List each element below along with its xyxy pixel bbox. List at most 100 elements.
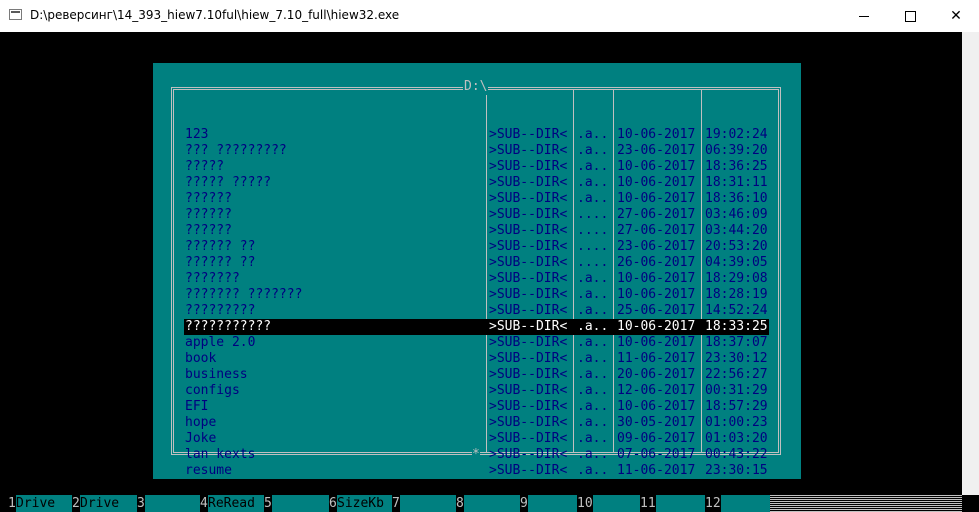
file-date: 09-06-2017 bbox=[617, 431, 696, 446]
file-row[interactable]: Joke >SUB--DIR< .a.. 09-06-2017 01:03:20 bbox=[153, 431, 801, 447]
file-attributes: .a.. bbox=[577, 287, 609, 302]
file-row[interactable]: ??? ????????? >SUB--DIR< .a.. 23-06-2017 06:… bbox=[153, 143, 801, 159]
file-attributes: .a.. bbox=[577, 127, 609, 142]
file-name: configs bbox=[185, 383, 240, 398]
file-type: >SUB--DIR< bbox=[489, 431, 568, 446]
file-time: 03:44:20 bbox=[705, 223, 768, 238]
file-name: ??? ????????? bbox=[185, 143, 287, 158]
function-key-bar: 1 Drive 2 Drive 3 4 ReRead 5 6 SizeKb 7 8 9 10 11 12 bbox=[0, 495, 979, 512]
file-row[interactable]: book >SUB--DIR< .a.. 11-06-2017 23:30:12 bbox=[153, 351, 801, 367]
file-type: >SUB--DIR< bbox=[489, 223, 568, 238]
file-type: >SUB--DIR< bbox=[489, 271, 568, 286]
file-attributes: .a.. bbox=[577, 399, 609, 414]
file-name: lan kexts bbox=[185, 447, 256, 462]
function-key-number: 10 bbox=[577, 495, 593, 512]
file-type: >SUB--DIR< bbox=[489, 335, 568, 350]
file-time: 01:03:20 bbox=[705, 431, 768, 446]
file-attributes: .a.. bbox=[577, 367, 609, 382]
file-type: >SUB--DIR< bbox=[489, 207, 568, 222]
file-name: business bbox=[185, 367, 248, 382]
file-name: ??????????? bbox=[185, 319, 272, 334]
file-attributes: .a.. bbox=[577, 191, 609, 206]
file-name: ?????? bbox=[185, 191, 232, 206]
file-attributes: .a.. bbox=[577, 319, 609, 334]
file-row-selected[interactable]: ??????????? >SUB--DIR< .a.. 10-06-2017 18:33… bbox=[153, 319, 801, 335]
file-row[interactable]: ??????? >SUB--DIR< .a.. 10-06-2017 18:29:08 bbox=[153, 271, 801, 287]
console-area[interactable]: D:\ * 123 >SUB--DIR< .a.. 10-06-2017 19:02:2… bbox=[0, 32, 979, 512]
file-row[interactable]: ????? >SUB--DIR< .a.. 10-06-2017 18:36:25 bbox=[153, 159, 801, 175]
file-name: ??????? ??????? bbox=[185, 287, 303, 302]
file-row[interactable]: hope >SUB--DIR< .a.. 30-05-2017 01:00:23 bbox=[153, 415, 801, 431]
file-attributes: .a.. bbox=[577, 303, 609, 318]
file-row[interactable]: apple 2.0 >SUB--DIR< .a.. 10-06-2017 18:37:0… bbox=[153, 335, 801, 351]
file-date: 10-06-2017 bbox=[617, 127, 696, 142]
file-name: EFI bbox=[185, 399, 209, 414]
file-name: ?????? ?? bbox=[185, 255, 256, 270]
file-time: 14:52:24 bbox=[705, 303, 768, 318]
window-title: D:\реверсинг\14_393_hiew7.10ful\hiew_7.1… bbox=[30, 8, 400, 22]
file-row[interactable]: ?????? >SUB--DIR< .a.. 10-06-2017 18:36:10 bbox=[153, 191, 801, 207]
minimize-icon bbox=[859, 15, 869, 17]
function-key-label: Drive bbox=[80, 495, 137, 512]
file-date: 10-06-2017 bbox=[617, 399, 696, 414]
file-row[interactable]: lan kexts >SUB--DIR< .a.. 07-06-2017 00:43:2… bbox=[153, 447, 801, 463]
file-date: 27-06-2017 bbox=[617, 207, 696, 222]
file-row[interactable]: ?????? >SUB--DIR<.... 27-06-2017 03:44:20 bbox=[153, 223, 801, 239]
file-time: 00:43:22 bbox=[705, 447, 768, 462]
function-key-label bbox=[400, 495, 457, 512]
file-row[interactable]: 123 >SUB--DIR< .a.. 10-06-2017 19:02:24 bbox=[153, 127, 801, 143]
file-name: ??????? bbox=[185, 271, 240, 286]
close-button[interactable]: ✕ bbox=[933, 0, 979, 32]
function-key-number: 1 bbox=[8, 495, 16, 512]
file-time: 18:29:08 bbox=[705, 271, 768, 286]
file-attributes: .a.. bbox=[577, 335, 609, 350]
file-date: 11-06-2017 bbox=[617, 463, 696, 478]
vertical-scrollbar[interactable] bbox=[962, 32, 979, 495]
function-key-label bbox=[721, 495, 770, 512]
file-date: 10-06-2017 bbox=[617, 191, 696, 206]
file-type: >SUB--DIR< bbox=[489, 447, 568, 462]
file-row[interactable]: resume >SUB--DIR< .a.. 11-06-2017 23:30:15 bbox=[153, 463, 801, 479]
function-key-number: 2 bbox=[72, 495, 80, 512]
file-type: >SUB--DIR< bbox=[489, 287, 568, 302]
file-time: 18:37:07 bbox=[705, 335, 768, 350]
file-name: hope bbox=[185, 415, 217, 430]
file-date: 10-06-2017 bbox=[617, 175, 696, 190]
maximize-icon bbox=[904, 10, 916, 22]
file-row[interactable]: configs >SUB--DIR< .a.. 12-06-2017 00:31:29 bbox=[153, 383, 801, 399]
file-time: 01:00:23 bbox=[705, 415, 768, 430]
file-attributes: .... bbox=[577, 255, 609, 270]
file-type: >SUB--DIR< bbox=[489, 383, 568, 398]
console-app-icon[interactable] bbox=[9, 9, 22, 20]
file-row[interactable]: ?????? ?? >SUB--DIR<.... 23-06-2017 20:53:2… bbox=[153, 239, 801, 255]
file-row[interactable]: business >SUB--DIR< .a.. 20-06-2017 22:56:27 bbox=[153, 367, 801, 383]
file-date: 10-06-2017 bbox=[617, 159, 696, 174]
function-key-number: 7 bbox=[392, 495, 400, 512]
file-row[interactable]: ????????? >SUB--DIR< .a.. 25-06-2017 14:52:2… bbox=[153, 303, 801, 319]
minimize-button[interactable] bbox=[841, 0, 887, 32]
function-key-label bbox=[464, 495, 521, 512]
file-type: >SUB--DIR< bbox=[489, 399, 568, 414]
file-attributes: .a.. bbox=[577, 383, 609, 398]
file-row[interactable]: ????? ????? >SUB--DIR< .a.. 10-06-2017 18:31… bbox=[153, 175, 801, 191]
file-row[interactable]: EFI >SUB--DIR< .a.. 10-06-2017 18:57:29 bbox=[153, 399, 801, 415]
file-date: 12-06-2017 bbox=[617, 383, 696, 398]
function-key-label bbox=[593, 495, 642, 512]
file-row[interactable]: ?????? >SUB--DIR<.... 27-06-2017 03:46:09 bbox=[153, 207, 801, 223]
file-name: ?????? bbox=[185, 223, 232, 238]
file-time: 23:30:12 bbox=[705, 351, 768, 366]
file-name: book bbox=[185, 351, 217, 366]
file-name: ????? ????? bbox=[185, 175, 272, 190]
file-attributes: .a.. bbox=[577, 271, 609, 286]
function-key-number: 8 bbox=[456, 495, 464, 512]
file-type: >SUB--DIR< bbox=[489, 319, 568, 334]
function-key-label: SizeKb bbox=[337, 495, 394, 512]
panel-path-title: D:\ bbox=[463, 79, 489, 95]
file-row[interactable]: ??????? ??????? >SUB--DIR< .a.. 10-06-2017 1… bbox=[153, 287, 801, 303]
file-time: 03:46:09 bbox=[705, 207, 768, 222]
maximize-button[interactable] bbox=[887, 0, 933, 32]
file-time: 06:39:20 bbox=[705, 143, 768, 158]
file-time: 18:36:10 bbox=[705, 191, 768, 206]
file-row[interactable]: ?????? ?? >SUB--DIR<.... 26-06-2017 04:39:0… bbox=[153, 255, 801, 271]
file-attributes: .a.. bbox=[577, 143, 609, 158]
